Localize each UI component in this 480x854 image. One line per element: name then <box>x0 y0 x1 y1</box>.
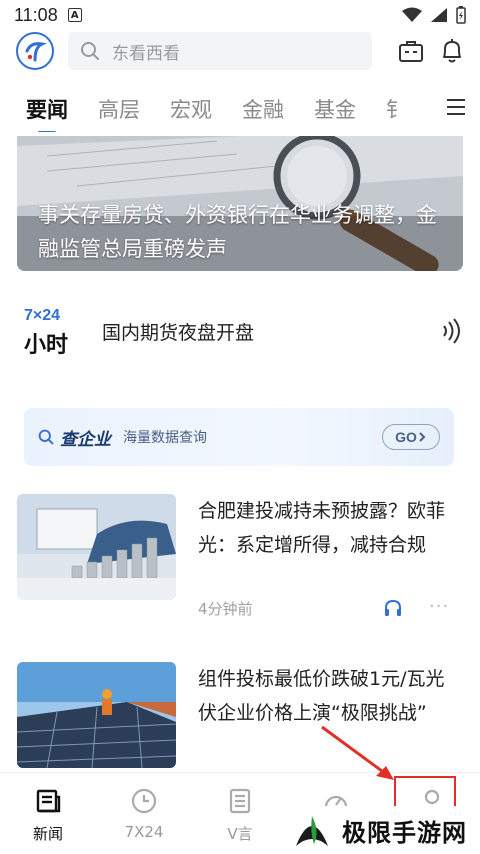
flash-logo: 7×24 小时 <box>24 307 69 358</box>
nav-vyan-label: V言 <box>227 825 253 843</box>
tab-news[interactable]: 要闻 <box>26 94 68 124</box>
status-bar: 11:08 A <box>0 0 480 30</box>
tab-finance[interactable]: 金融 <box>242 94 284 124</box>
flash-news-row[interactable]: 7×24 小时 国内期货夜盘开盘 <box>24 304 464 358</box>
battery-icon <box>456 6 466 24</box>
tab-macro[interactable]: 宏观 <box>170 94 212 124</box>
nav-vyan[interactable]: V言 <box>192 773 288 854</box>
document-icon <box>229 788 251 814</box>
signal-icon <box>431 8 447 22</box>
headline-banner[interactable]: 事关存量房贷、外资银行在华业务调整，金融监管总局重磅发声 <box>17 136 463 271</box>
flash-text: 国内期货夜盘开盘 <box>102 321 255 344</box>
article-title: 合肥建投减持未预披露？欧菲光：系定增所得，减持合规 <box>198 500 446 556</box>
tab-fund[interactable]: 基金 <box>314 94 356 124</box>
article-thumbnail <box>17 494 176 600</box>
chevron-right-icon <box>419 432 426 442</box>
briefcase-icon[interactable] <box>398 39 424 63</box>
newspaper-icon <box>36 789 61 813</box>
watermark: 极限手游网 <box>282 806 480 854</box>
notification-badge: A <box>67 8 82 22</box>
article-title: 组件投标最低价跌破1元/瓦光伏企业价格上演“极限挑战” <box>198 668 445 724</box>
search-icon <box>81 42 99 60</box>
watermark-text: 极限手游网 <box>342 818 467 847</box>
nav-7x24[interactable]: 7X24 <box>96 773 192 854</box>
search-icon <box>38 429 54 445</box>
banner-title: 事关存量房贷、外资银行在华业务调整，金融监管总局重磅发声 <box>38 203 437 261</box>
sound-icon[interactable] <box>440 318 464 344</box>
status-time: 11:08 <box>14 4 58 25</box>
company-search-title: 查企业 <box>60 429 111 450</box>
menu-icon[interactable] <box>444 96 468 118</box>
tab-leadership[interactable]: 高层 <box>98 94 140 124</box>
go-button[interactable]: GO <box>382 424 440 450</box>
top-bar: 东看西看 <box>0 30 480 72</box>
app-logo[interactable] <box>16 32 54 70</box>
nav-news-label: 新闻 <box>32 825 63 843</box>
watermark-logo <box>296 816 328 846</box>
list-item[interactable]: 合肥建投减持未预披露？欧菲光：系定增所得，减持合规 4分钟前 ··· <box>17 494 463 644</box>
headphones-icon[interactable] <box>383 598 403 618</box>
company-search-card[interactable]: 查企业 海量数据查询 GO <box>24 408 454 466</box>
nav-news[interactable]: 新闻 <box>0 773 96 854</box>
channel-tabs: 要闻 高层 宏观 金融 基金 钅 <box>0 86 480 132</box>
search-placeholder: 东看西看 <box>112 43 180 64</box>
more-icon[interactable]: ··· <box>429 596 449 617</box>
nav-7x24-label: 7X24 <box>124 823 164 841</box>
company-search-subtitle: 海量数据查询 <box>123 430 207 446</box>
bell-icon[interactable] <box>440 38 464 64</box>
clock-icon <box>131 788 157 814</box>
wifi-icon <box>402 7 422 22</box>
article-thumbnail <box>17 662 176 768</box>
tab-overflow[interactable]: 钅 <box>386 94 407 124</box>
article-time: 4分钟前 <box>198 600 253 618</box>
search-input[interactable]: 东看西看 <box>68 32 372 70</box>
